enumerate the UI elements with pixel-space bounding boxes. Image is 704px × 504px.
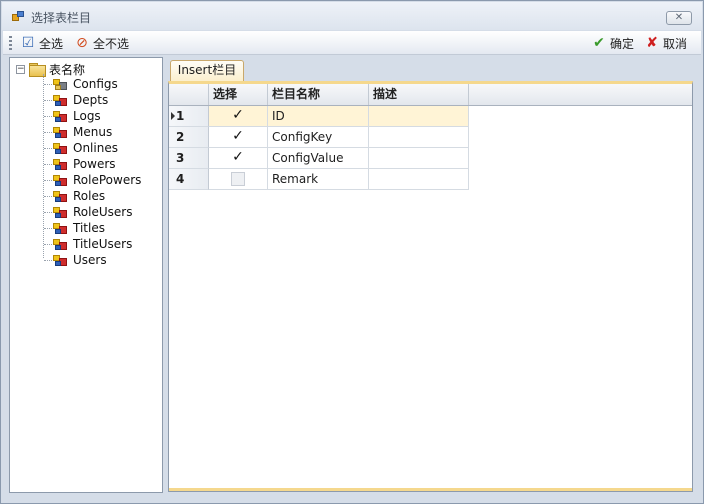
tree-item-titleusers[interactable]: TitleUsers (10, 236, 160, 252)
table-icon (52, 221, 68, 235)
tree-item-label: Configs (73, 77, 118, 91)
row-indicator[interactable]: 2 (169, 127, 209, 148)
row-indicator[interactable]: 4 (169, 169, 209, 190)
title-bar: 选择表栏目 ✕ (2, 2, 702, 30)
tree-item-titles[interactable]: Titles (10, 220, 160, 236)
table-icon (52, 237, 68, 251)
row-indicator-header (169, 84, 209, 105)
ok-button[interactable]: ✔ 确定 (591, 34, 634, 52)
column-header-name[interactable]: 栏目名称 (268, 84, 369, 105)
select-cell[interactable]: ✓ (209, 169, 268, 190)
select-cell[interactable]: ✓ (209, 127, 268, 148)
close-button[interactable]: ✕ (666, 11, 692, 25)
table-icon (52, 141, 68, 155)
row-number: 4 (176, 172, 185, 186)
checkmark-icon: ✔ (593, 35, 605, 51)
select-none-label: 全不选 (93, 36, 130, 51)
tree-item-label: RolePowers (73, 173, 142, 187)
tree-root-label: 表名称 (49, 62, 86, 77)
description-cell[interactable] (369, 169, 469, 190)
table-tree: − 表名称 Configs Depts Logs Menus Onlines P… (9, 57, 163, 493)
tree-item-powers[interactable]: Powers (10, 156, 160, 172)
tree-item-configs[interactable]: Configs (10, 76, 160, 92)
tree-children: Configs Depts Logs Menus Onlines Powers (10, 76, 160, 268)
tree-item-users[interactable]: Users (10, 252, 160, 268)
tab-insert-columns[interactable]: Insert栏目 (170, 60, 244, 82)
tree-root-node[interactable]: − 表名称 (16, 62, 86, 77)
row-checkbox[interactable]: ✓ (231, 150, 245, 165)
tree-item-roleusers[interactable]: RoleUsers (10, 204, 160, 220)
tree-item-label: TitleUsers (73, 237, 133, 251)
tree-item-label: Depts (73, 93, 109, 107)
select-all-label: 全选 (39, 36, 64, 51)
cross-icon: ✘ (646, 35, 658, 51)
table-icon (52, 253, 68, 267)
current-row-arrow-icon (171, 112, 175, 120)
tree-item-label: Menus (73, 125, 113, 139)
ok-label: 确定 (610, 36, 635, 51)
column-name-cell[interactable]: ConfigKey (268, 127, 369, 148)
tree-item-label: Powers (73, 157, 116, 171)
column-name-cell[interactable]: ConfigValue (268, 148, 369, 169)
toolbar: ☑ 全选 ⊘ 全不选 ✔ 确定 ✘ 取消 (3, 31, 701, 55)
description-cell[interactable] (369, 127, 469, 148)
grid-header: 选择 栏目名称 描述 (169, 84, 692, 106)
tab-page: 选择 栏目名称 描述 1 ✓ ID 2 ✓ ConfigKey 3 ✓ Conf… (168, 81, 693, 492)
window-title: 选择表栏目 (31, 11, 92, 25)
tree-item-label: Roles (73, 189, 106, 203)
tree-item-depts[interactable]: Depts (10, 92, 160, 108)
tree-item-label: RoleUsers (73, 205, 133, 219)
tree-item-label: Onlines (73, 141, 118, 155)
tree-item-label: Titles (73, 221, 105, 235)
column-header-description[interactable]: 描述 (369, 84, 469, 105)
select-none-icon: ⊘ (76, 35, 88, 51)
table-row[interactable]: 4 ✓ Remark (169, 169, 692, 190)
config-table-icon (52, 77, 68, 91)
tree-item-rolepowers[interactable]: RolePowers (10, 172, 160, 188)
cancel-button[interactable]: ✘ 取消 (644, 34, 687, 52)
collapse-icon[interactable]: − (16, 64, 25, 74)
tree-item-label: Users (73, 253, 107, 267)
row-number: 1 (176, 109, 185, 123)
table-icon (52, 157, 68, 171)
tree-item-onlines[interactable]: Onlines (10, 140, 160, 156)
dialog-window: 选择表栏目 ✕ ☑ 全选 ⊘ 全不选 ✔ 确定 ✘ 取消 − 表名称 Confi… (0, 0, 704, 504)
column-name-cell[interactable]: Remark (268, 169, 369, 190)
row-checkbox[interactable]: ✓ (231, 108, 245, 123)
table-row[interactable]: 3 ✓ ConfigValue (169, 148, 692, 169)
table-icon (52, 109, 68, 123)
column-grid: 选择 栏目名称 描述 1 ✓ ID 2 ✓ ConfigKey 3 ✓ Conf… (169, 84, 692, 190)
select-none-button[interactable]: ⊘ 全不选 (74, 34, 129, 52)
toolbar-grip[interactable] (9, 36, 12, 50)
select-all-icon: ☑ (21, 35, 35, 51)
table-icon (52, 205, 68, 219)
tree-item-logs[interactable]: Logs (10, 108, 160, 124)
table-icon (52, 125, 68, 139)
select-all-button[interactable]: ☑ 全选 (20, 34, 63, 52)
row-number: 3 (176, 151, 185, 165)
row-checkbox[interactable]: ✓ (231, 172, 245, 186)
header-filler (469, 84, 692, 105)
table-icon (52, 93, 68, 107)
tree-item-menus[interactable]: Menus (10, 124, 160, 140)
row-indicator[interactable]: 1 (169, 106, 209, 127)
app-icon (12, 11, 24, 22)
tree-item-label: Logs (73, 109, 101, 123)
tab-strip: Insert栏目 (168, 58, 693, 82)
cancel-label: 取消 (663, 36, 688, 51)
table-row[interactable]: 1 ✓ ID (169, 106, 692, 127)
select-cell[interactable]: ✓ (209, 148, 268, 169)
description-cell[interactable] (369, 148, 469, 169)
description-cell[interactable] (369, 106, 469, 127)
table-icon (52, 189, 68, 203)
tree-item-roles[interactable]: Roles (10, 188, 160, 204)
table-icon (52, 173, 68, 187)
column-name-cell[interactable]: ID (268, 106, 369, 127)
row-checkbox[interactable]: ✓ (231, 129, 245, 144)
select-cell[interactable]: ✓ (209, 106, 268, 127)
column-header-select[interactable]: 选择 (209, 84, 268, 105)
row-number: 2 (176, 130, 185, 144)
row-indicator[interactable]: 3 (169, 148, 209, 169)
table-row[interactable]: 2 ✓ ConfigKey (169, 127, 692, 148)
